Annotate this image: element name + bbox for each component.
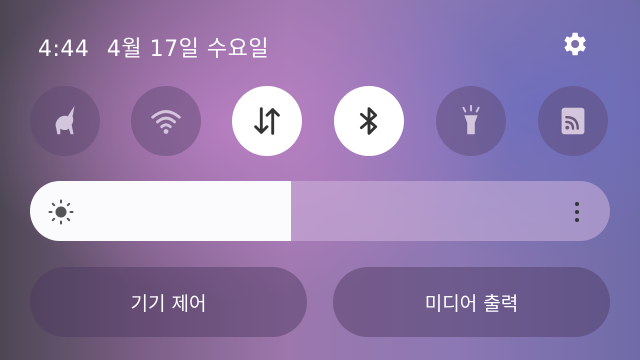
status-datetime: 4:44 4월 17일 수요일: [38, 31, 269, 63]
flashlight-icon: [462, 104, 480, 135]
gear-icon: [564, 32, 586, 56]
tile-unicorn[interactable]: [30, 86, 100, 156]
more-vertical-icon-dot: [575, 218, 579, 222]
unicorn-icon: [55, 105, 75, 135]
media-output-button[interactable]: 미디어 출력: [333, 267, 610, 337]
bluetooth-icon: [359, 107, 378, 135]
tile-cast[interactable]: [538, 86, 608, 156]
settings-button[interactable]: [558, 28, 590, 60]
mobile-data-icon: [254, 107, 280, 135]
quick-settings-tiles: [0, 86, 640, 156]
device-control-button[interactable]: 기기 제어: [30, 267, 307, 337]
sun-icon: [48, 199, 74, 225]
media-output-label: 미디어 출력: [424, 292, 519, 315]
wifi-icon: [151, 110, 181, 134]
tile-mobile-data[interactable]: [232, 86, 302, 156]
date-text: 4월 17일 수요일: [106, 37, 270, 62]
tile-bluetooth[interactable]: [334, 86, 404, 156]
clock-time: 4:44: [38, 37, 90, 62]
brightness-slider[interactable]: [30, 181, 610, 241]
cast-icon: [561, 107, 585, 135]
tile-wifi[interactable]: [131, 86, 201, 156]
device-control-label: 기기 제어: [130, 292, 207, 315]
tile-flashlight[interactable]: [436, 86, 506, 156]
more-vertical-icon-dot: [575, 210, 579, 214]
more-vertical-icon: [575, 202, 579, 206]
brightness-more-button[interactable]: [566, 197, 588, 227]
